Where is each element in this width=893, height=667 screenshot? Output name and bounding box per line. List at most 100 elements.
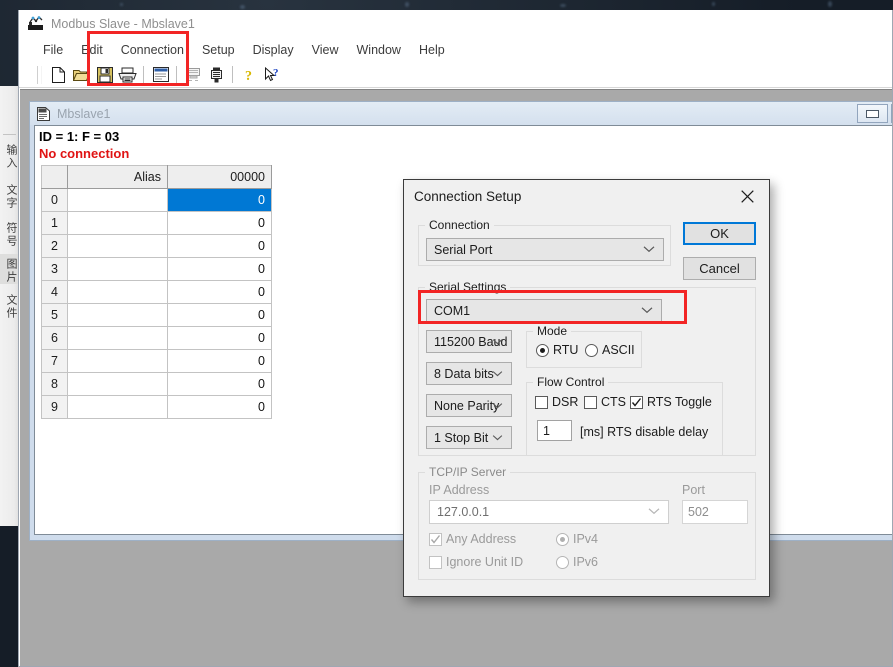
- value-cell[interactable]: 0: [167, 372, 272, 396]
- table-row[interactable]: 8 0: [41, 372, 272, 396]
- value-cell[interactable]: 0: [167, 303, 272, 327]
- menu-file[interactable]: File: [34, 41, 72, 59]
- checkbox-icon: [584, 395, 597, 409]
- mode-rtu-radio[interactable]: RTU: [536, 343, 578, 357]
- port-input[interactable]: 502: [682, 500, 748, 524]
- menu-setup[interactable]: Setup: [193, 41, 244, 59]
- wallpaper-speck: [405, 2, 409, 7]
- about-help-icon[interactable]: ?: [238, 64, 261, 86]
- context-help-icon[interactable]: ?: [261, 64, 284, 86]
- mdi-child-title-bar[interactable]: Mbslave1: [30, 102, 892, 125]
- wallpaper-speck: [828, 1, 832, 7]
- cts-checkbox[interactable]: CTS: [584, 395, 626, 409]
- menu-help[interactable]: Help: [410, 41, 454, 59]
- stop-bits-combo[interactable]: 1 Stop Bit: [426, 426, 512, 449]
- checkbox-icon: [535, 395, 548, 409]
- strip-label[interactable]: 输入: [3, 144, 19, 170]
- cts-label: CTS: [601, 395, 626, 409]
- rts-toggle-label: RTS Toggle: [647, 395, 712, 409]
- strip-label[interactable]: 图片: [3, 258, 19, 284]
- alias-cell[interactable]: [67, 234, 168, 258]
- grid-header-alias[interactable]: Alias: [67, 165, 168, 189]
- mdi-minimize-button[interactable]: [857, 104, 888, 123]
- alias-cell[interactable]: [67, 280, 168, 304]
- strip-label[interactable]: 文字: [3, 184, 19, 210]
- value-cell[interactable]: 0: [167, 326, 272, 350]
- any-address-checkbox[interactable]: Any Address: [429, 532, 516, 546]
- mode-ascii-radio[interactable]: ASCII: [585, 343, 635, 357]
- value-cell[interactable]: 0: [167, 349, 272, 373]
- parity-value: None Parity: [434, 398, 500, 413]
- alias-cell[interactable]: [67, 395, 168, 419]
- parity-combo[interactable]: None Parity: [426, 394, 512, 417]
- alias-cell[interactable]: [67, 188, 168, 212]
- table-row[interactable]: 5 0: [41, 303, 272, 327]
- new-icon[interactable]: [47, 64, 70, 86]
- row-index: 3: [41, 257, 68, 281]
- alias-cell[interactable]: [67, 211, 168, 235]
- menu-display[interactable]: Display: [244, 41, 303, 59]
- value-cell[interactable]: 0: [167, 188, 272, 212]
- strip-label[interactable]: 文件: [3, 294, 19, 320]
- serial-connect-icon[interactable]: [205, 64, 228, 86]
- value-cell[interactable]: 0: [167, 234, 272, 258]
- table-row[interactable]: 6 0: [41, 326, 272, 350]
- cancel-button[interactable]: Cancel: [683, 257, 756, 280]
- value-cell[interactable]: 0: [167, 257, 272, 281]
- menu-view[interactable]: View: [303, 41, 348, 59]
- rts-toggle-checkbox[interactable]: RTS Toggle: [630, 395, 712, 409]
- ignore-unit-id-checkbox[interactable]: Ignore Unit ID: [429, 555, 523, 569]
- dialog-title-bar[interactable]: Connection Setup: [404, 180, 769, 212]
- grid-header-address[interactable]: 00000: [167, 165, 272, 189]
- table-row[interactable]: 4 0: [41, 280, 272, 304]
- rts-delay-input[interactable]: 1: [537, 420, 572, 441]
- menu-window[interactable]: Window: [348, 41, 410, 59]
- alias-cell[interactable]: [67, 372, 168, 396]
- checkbox-icon: [630, 395, 643, 409]
- value-cell[interactable]: 0: [167, 211, 272, 235]
- rts-delay-label: [ms] RTS disable delay: [580, 425, 709, 439]
- alias-cell[interactable]: [67, 326, 168, 350]
- toolbar-grip[interactable]: [37, 65, 42, 84]
- alias-cell[interactable]: [67, 257, 168, 281]
- row-index: 8: [41, 372, 68, 396]
- table-row[interactable]: 9 0: [41, 395, 272, 419]
- connection-type-combo[interactable]: Serial Port: [426, 238, 664, 261]
- table-row[interactable]: 2 0: [41, 234, 272, 258]
- document-icon: [36, 106, 51, 121]
- flow-control-legend: Flow Control: [537, 375, 605, 389]
- alias-cell[interactable]: [67, 303, 168, 327]
- value-cell[interactable]: 0: [167, 280, 272, 304]
- window-icon[interactable]: [149, 64, 172, 86]
- ipv6-radio[interactable]: IPv6: [556, 555, 598, 569]
- title-bar[interactable]: Modbus Slave - Mbslave1: [19, 10, 892, 38]
- table-row[interactable]: 0 0: [41, 188, 272, 212]
- grid-header-row: Alias 00000: [41, 165, 272, 189]
- table-row[interactable]: 3 0: [41, 257, 272, 281]
- close-icon[interactable]: [725, 181, 769, 211]
- table-row[interactable]: 7 0: [41, 349, 272, 373]
- alias-cell[interactable]: [67, 349, 168, 373]
- menu-edit[interactable]: Edit: [72, 41, 112, 59]
- ipv4-radio[interactable]: IPv4: [556, 532, 598, 546]
- print-icon[interactable]: [116, 64, 139, 86]
- tcp-connect-icon[interactable]: [182, 64, 205, 86]
- baud-rate-combo[interactable]: 115200 Baud: [426, 330, 512, 353]
- table-row[interactable]: 1 0: [41, 211, 272, 235]
- strip-label[interactable]: 符号: [3, 222, 19, 248]
- save-disk-icon[interactable]: [93, 64, 116, 86]
- row-index: 2: [41, 234, 68, 258]
- strip-separator: [3, 134, 16, 135]
- data-bits-combo[interactable]: 8 Data bits: [426, 362, 512, 385]
- com-port-combo[interactable]: COM1: [426, 299, 662, 322]
- menu-connection[interactable]: Connection: [112, 41, 193, 59]
- dsr-checkbox[interactable]: DSR: [535, 395, 578, 409]
- value-cell[interactable]: 0: [167, 395, 272, 419]
- modbus-app-icon: [27, 16, 44, 32]
- ok-button[interactable]: OK: [683, 222, 756, 245]
- radio-icon: [556, 555, 569, 569]
- open-folder-icon[interactable]: [70, 64, 93, 86]
- radio-icon: [556, 532, 569, 546]
- register-grid[interactable]: Alias 00000 0 0 1 0 2 0 3 0 4 0 5 0 6 0 …: [41, 165, 272, 419]
- ip-address-combo[interactable]: 127.0.0.1: [429, 500, 669, 524]
